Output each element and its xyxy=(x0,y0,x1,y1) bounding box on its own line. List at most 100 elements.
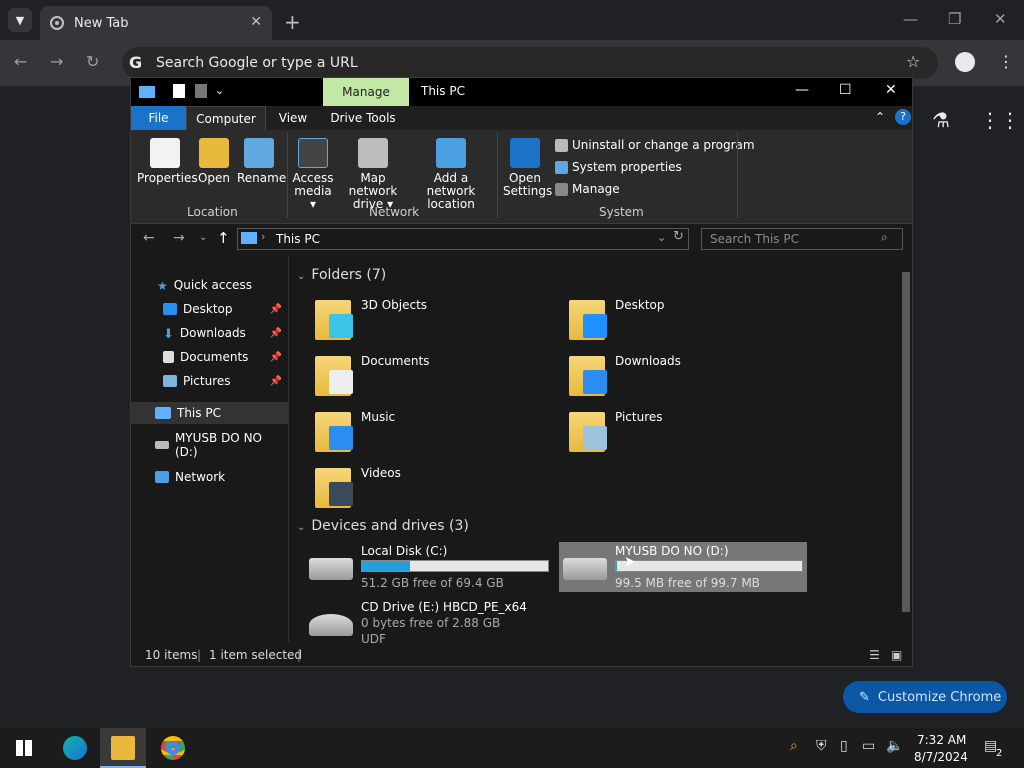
nav-downloads[interactable]: ⬇ Downloads 📌 xyxy=(131,322,288,344)
properties-qat-icon[interactable] xyxy=(173,84,185,98)
profile-avatar-icon[interactable] xyxy=(955,52,975,72)
open-button[interactable]: Open xyxy=(197,138,231,185)
folder-videos[interactable]: Videos xyxy=(315,464,555,516)
drive-name: CD Drive (E:) HBCD_PE_x64 xyxy=(361,600,527,614)
minimize-icon[interactable]: — xyxy=(795,82,809,98)
security-shield-icon[interactable]: ⛨ xyxy=(816,738,827,754)
folder-desktop[interactable]: Desktop xyxy=(569,296,809,348)
ribbon-separator xyxy=(737,132,738,218)
nav-downloads-label: Downloads xyxy=(179,326,246,340)
tab-file[interactable]: File xyxy=(131,106,186,130)
help-icon[interactable]: ? xyxy=(895,109,911,125)
windows-start-icon[interactable] xyxy=(16,740,32,756)
uninstall-icon xyxy=(555,138,568,152)
drive-usb-d[interactable]: MYUSB DO NO (D:) 99.5 MB free of 99.7 MB xyxy=(563,544,805,594)
file-explorer-icon[interactable] xyxy=(111,736,135,760)
address-dropdown-icon[interactable]: ⌄ xyxy=(657,231,666,244)
manage-icon xyxy=(555,182,568,196)
new-folder-qat-icon[interactable] xyxy=(195,84,207,98)
manage-context-tab[interactable]: Manage xyxy=(323,78,409,106)
folder-3d-objects[interactable]: 3D Objects xyxy=(315,296,555,348)
nav-usb-drive[interactable]: MYUSB DO NO (D:) xyxy=(131,431,288,459)
nav-desktop[interactable]: Desktop 📌 xyxy=(131,298,288,320)
drive-local-disk-c[interactable]: Local Disk (C:) 51.2 GB free of 69.4 GB xyxy=(309,544,551,594)
selection-count: 1 item selected xyxy=(209,648,303,662)
drive-cd-e[interactable]: CD Drive (E:) HBCD_PE_x64 0 bytes free of… xyxy=(309,600,551,650)
access-media-label-2: media ▾ xyxy=(294,184,332,211)
chrome-icon[interactable] xyxy=(161,736,185,760)
search-magnifier-icon[interactable]: ⌕ xyxy=(790,738,798,754)
nav-quick-access[interactable]: ★ Quick access xyxy=(131,274,288,296)
access-media-button[interactable]: Access media ▾ xyxy=(291,138,335,211)
recent-locations-icon[interactable]: ⌄ xyxy=(199,232,207,243)
address-bar[interactable]: This PC xyxy=(237,228,689,250)
search-input[interactable]: Search This PC xyxy=(701,228,903,250)
tab-computer[interactable]: Computer xyxy=(186,106,266,130)
nav-this-pc[interactable]: This PC xyxy=(131,402,288,424)
folder-music[interactable]: Music xyxy=(315,408,555,460)
up-icon[interactable]: ↑ xyxy=(217,229,230,247)
tab-search-button[interactable]: ▼ xyxy=(8,8,32,32)
folder-documents[interactable]: Documents xyxy=(315,352,555,404)
rename-button[interactable]: Rename xyxy=(237,138,286,185)
usb-eject-icon[interactable]: ▯ xyxy=(840,738,848,754)
clock-time[interactable]: 7:32 AM xyxy=(917,733,966,747)
details-view-icon[interactable]: ☰ xyxy=(869,648,880,662)
document-icon xyxy=(329,370,353,394)
back-icon[interactable]: ← xyxy=(143,230,155,246)
reload-icon[interactable]: ↻ xyxy=(86,52,99,71)
new-tab-button[interactable]: + xyxy=(284,10,301,34)
speaker-muted-icon[interactable]: 🔈 xyxy=(886,738,903,754)
folder-downloads[interactable]: Downloads xyxy=(569,352,809,404)
star-icon: ★ xyxy=(157,279,168,293)
tab-new-tab[interactable]: New Tab ✕ xyxy=(40,6,272,40)
uninstall-program-button[interactable]: Uninstall or change a program xyxy=(555,138,755,152)
system-properties-button[interactable]: System properties xyxy=(555,160,682,174)
clock-date[interactable]: 8/7/2024 xyxy=(914,750,968,764)
chrome-menu-icon[interactable]: ⋮ xyxy=(998,52,1014,71)
collapse-ribbon-icon[interactable]: ⌃ xyxy=(875,110,885,124)
google-apps-icon[interactable]: ⋮⋮⋮ xyxy=(980,108,1024,132)
nav-usb-label: MYUSB DO NO (D:) xyxy=(174,431,262,459)
system-properties-icon xyxy=(555,160,568,174)
bookmark-star-icon[interactable]: ☆ xyxy=(906,52,920,71)
qat-dropdown-icon[interactable]: ⌄ xyxy=(215,84,224,97)
scrollbar-thumb[interactable] xyxy=(902,272,910,612)
network-tray-icon[interactable]: ▭ xyxy=(862,738,875,754)
devices-section-header[interactable]: ⌄ Devices and drives (3) xyxy=(297,518,469,534)
nav-pictures[interactable]: Pictures 📌 xyxy=(131,370,288,392)
forward-icon[interactable]: → xyxy=(50,52,63,71)
folder-name: Pictures xyxy=(615,410,663,424)
usb-drive-icon xyxy=(155,441,169,449)
music-note-icon xyxy=(329,426,353,450)
close-icon[interactable]: ✕ xyxy=(994,10,1007,28)
folder-pictures[interactable]: Pictures xyxy=(569,408,809,460)
film-icon xyxy=(329,482,353,506)
nav-documents[interactable]: Documents 📌 xyxy=(131,346,288,368)
edge-icon[interactable] xyxy=(63,736,87,760)
close-tab-icon[interactable]: ✕ xyxy=(250,14,262,30)
forward-icon[interactable]: → xyxy=(173,230,185,246)
refresh-icon[interactable]: ↻ xyxy=(673,229,684,244)
folder-name: Documents xyxy=(361,354,430,368)
restore-icon[interactable]: ❐ xyxy=(948,10,961,28)
minimize-icon[interactable]: — xyxy=(903,10,918,28)
labs-flask-icon[interactable]: ⚗ xyxy=(932,108,950,132)
omnibox[interactable]: Search Google or type a URL xyxy=(122,47,938,79)
properties-button[interactable]: Properties xyxy=(137,138,198,185)
folders-section-header[interactable]: ⌄ Folders (7) xyxy=(297,267,386,283)
tab-view[interactable]: View xyxy=(271,106,315,130)
open-settings-button[interactable]: Open Settings xyxy=(503,138,552,198)
large-icons-view-icon[interactable]: ▣ xyxy=(891,648,902,662)
notification-count: 2 xyxy=(996,748,1003,759)
close-icon[interactable]: ✕ xyxy=(885,82,897,98)
map-network-drive-button[interactable]: Map network drive ▾ xyxy=(337,138,409,211)
add-network-location-button[interactable]: Add a network location xyxy=(411,138,491,211)
tab-drive-tools[interactable]: Drive Tools xyxy=(327,106,399,130)
nav-network[interactable]: Network xyxy=(131,466,288,488)
customize-chrome-button[interactable]: ✎ Customize Chrome xyxy=(843,681,1007,713)
maximize-icon[interactable]: ☐ xyxy=(839,82,852,98)
pin-icon: 📌 xyxy=(269,375,282,387)
back-icon[interactable]: ← xyxy=(14,52,27,71)
manage-button[interactable]: Manage xyxy=(555,182,620,196)
